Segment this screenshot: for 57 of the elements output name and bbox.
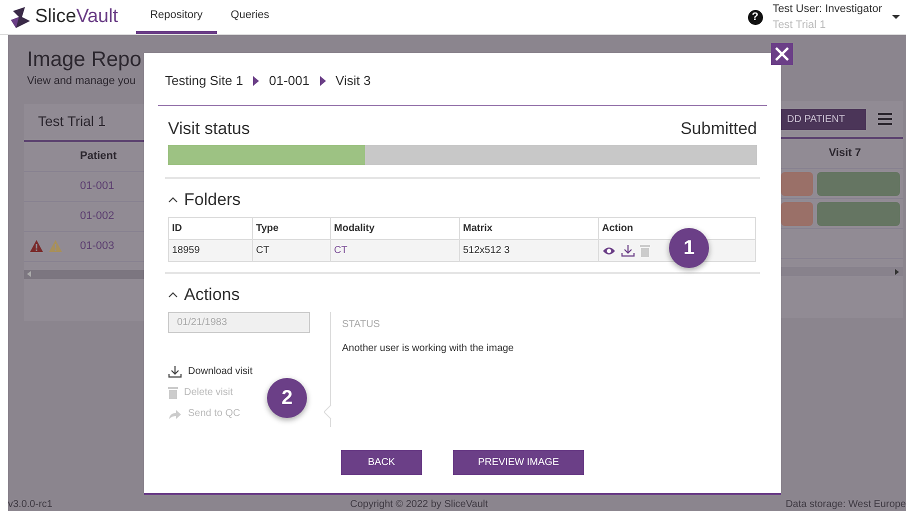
download-icon[interactable] [621,244,635,257]
column-header: Patient [80,148,117,164]
callout-badge: 1 [669,228,709,268]
visit-cell[interactable] [817,172,900,196]
table-cell: 18959 [168,240,252,262]
status-text: Another user is working with the image [342,342,514,356]
column-header: Modality [330,218,460,240]
caret-icon[interactable] [892,15,900,19]
table-cell: CT [252,240,330,262]
chevron-up-icon[interactable] [168,196,178,204]
card-title: Test Trial 1 [37,112,106,131]
back-button[interactable]: BACK [341,450,422,475]
section-title: Actions [184,284,240,306]
visit-status-label: Visit status [168,118,250,140]
storage-text: Data storage: West Europe [786,498,906,511]
help-icon[interactable]: ? [748,10,763,24]
scroll-left-icon[interactable] [27,271,31,277]
share-arrow-icon [168,407,182,420]
triangle-right-icon [320,76,326,86]
column-header: Visit 7 [828,146,861,162]
eye-icon[interactable] [602,246,616,256]
table-cell: CT [330,240,460,262]
logo-icon [10,6,30,28]
breadcrumb-item[interactable]: 01-001 [269,71,310,91]
table-cell: 512x512 3 [460,240,598,262]
warning-icon [49,240,62,252]
visit-cell[interactable] [781,202,813,226]
preview-image-button[interactable]: PREVIEW IMAGE [453,450,584,475]
action-link[interactable]: Download visit [168,361,252,382]
callout-badge: 2 [267,378,307,418]
copyright-text: Copyright © 2022 by SliceVault [350,498,488,511]
section-title: Folders [184,189,241,211]
add-patient-button[interactable]: DD PATIENT [781,108,866,130]
breadcrumb-item[interactable]: Testing Site 1 [165,71,244,91]
status-label: STATUS [342,318,381,332]
column-header: Matrix [460,218,598,240]
download-icon [168,365,182,378]
brand-name: SliceVault [35,4,118,29]
user-name[interactable]: Test User: Investigator [772,0,882,17]
scrollbar[interactable] [781,267,903,276]
trash-icon [168,386,178,399]
column-header: ID [168,218,252,240]
breadcrumb-item[interactable]: Visit 3 [336,71,371,91]
visit-status-value: Submitted [680,118,757,140]
warning-icon [30,240,43,252]
page-subtitle: View and manage you [26,74,137,89]
user-trial: Test Trial 1 [772,18,827,33]
nav-tab[interactable]: Queries [216,0,284,34]
menu-icon[interactable] [878,113,892,125]
scrollbar[interactable] [24,270,144,278]
visit-cell[interactable] [781,172,813,196]
chevron-up-icon[interactable] [168,291,178,299]
visit-cell[interactable] [817,202,900,226]
version-text: v3.0.0-rc1 [8,498,52,511]
scroll-right-icon[interactable] [895,268,899,274]
page-title: Image Repo [26,47,142,73]
triangle-right-icon [253,76,260,86]
